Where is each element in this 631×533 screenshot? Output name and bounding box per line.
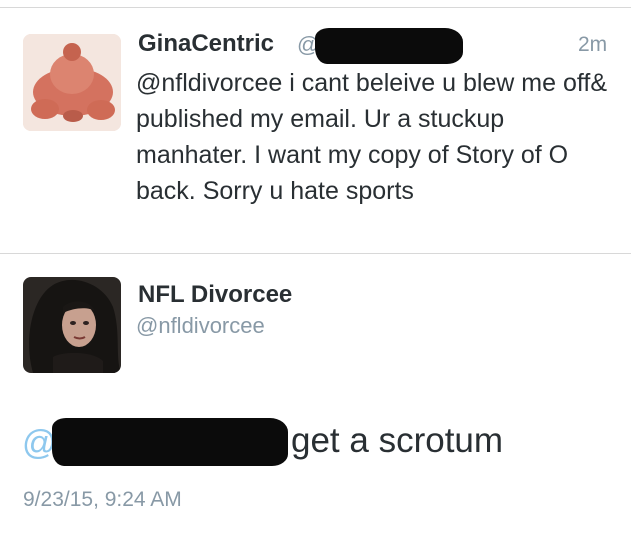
author-name[interactable]: GinaCentric [138, 30, 274, 58]
tweet-text: @nfldivorcee i cant beleive u blew me of… [136, 69, 607, 205]
author-name[interactable]: NFL Divorcee [138, 281, 292, 309]
tweet-divider [0, 253, 631, 254]
mention-redaction [52, 418, 288, 466]
tweet-timestamp[interactable]: 9/23/15, 9:24 AM [23, 488, 182, 512]
author-handle[interactable]: @nfldivorcee [136, 313, 265, 339]
avatar[interactable] [23, 34, 121, 131]
handle-redaction [315, 28, 463, 64]
tweet-time: 2m [578, 33, 608, 56]
tweet-text: get a scrotum [291, 421, 504, 460]
top-divider [0, 7, 631, 8]
avatar[interactable] [23, 277, 121, 373]
